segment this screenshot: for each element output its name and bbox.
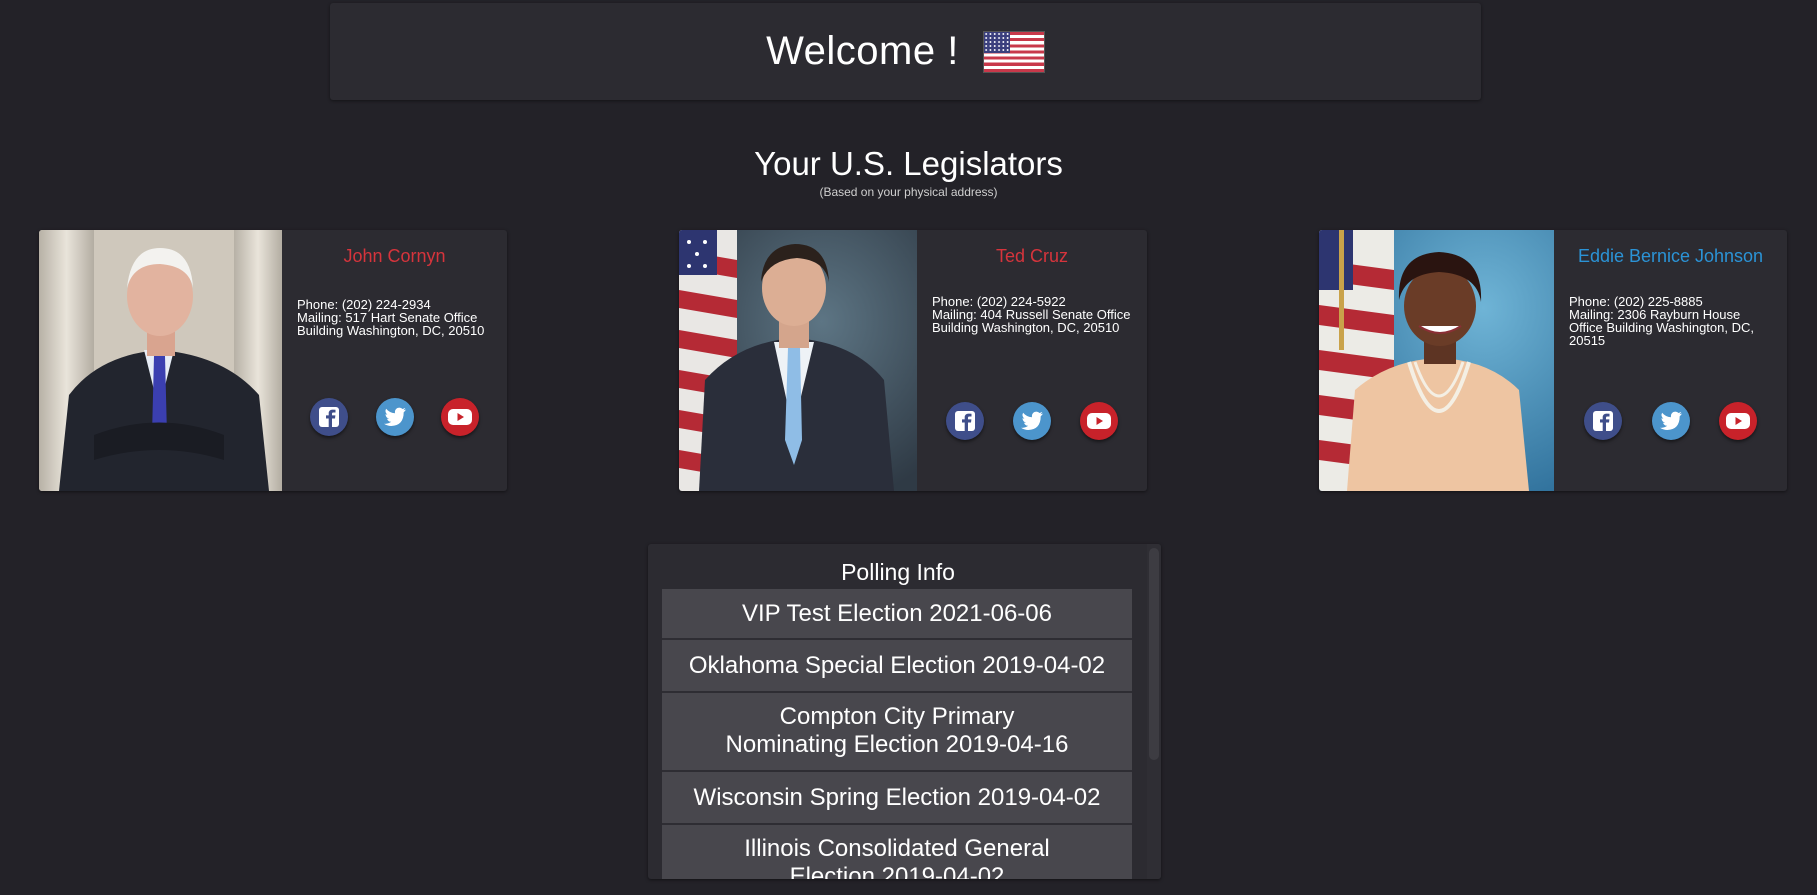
election-item[interactable]: Oklahoma Special Election 2019-04-02 <box>662 640 1132 693</box>
welcome-title: Welcome ! <box>766 29 959 73</box>
social-links <box>1554 402 1787 440</box>
election-item[interactable]: Illinois Consolidated General Election 2… <box>662 825 1132 879</box>
us-flag-icon <box>982 30 1045 73</box>
legislator-info: John Cornyn Phone: (202) 224-2934 Mailin… <box>282 230 507 491</box>
legislator-photo <box>679 230 917 491</box>
legislator-info: Ted Cruz Phone: (202) 224-5922 Mailing: … <box>917 230 1147 491</box>
youtube-icon[interactable] <box>1080 402 1118 440</box>
election-item[interactable]: Compton City Primary Nominating Election… <box>662 693 1132 772</box>
legislator-contact: Phone: (202) 224-2934 Mailing: 517 Hart … <box>297 298 497 337</box>
polling-info-panel: Polling Info VIP Test Election 2021-06-0… <box>648 544 1161 879</box>
legislator-name[interactable]: Ted Cruz <box>917 246 1147 267</box>
legislator-photo <box>1319 230 1554 491</box>
youtube-icon[interactable] <box>441 398 480 436</box>
legislator-mailing: Mailing: 2306 Rayburn House Office Build… <box>1569 307 1754 348</box>
legislator-contact: Phone: (202) 224-5922 Mailing: 404 Russe… <box>932 295 1137 334</box>
scrollbar-thumb[interactable] <box>1149 548 1159 760</box>
legislator-contact: Phone: (202) 225-8885 Mailing: 2306 Rayb… <box>1569 295 1777 347</box>
social-links <box>282 398 507 436</box>
legislator-info: Eddie Bernice Johnson Phone: (202) 225-8… <box>1554 230 1787 491</box>
legislator-mailing: Mailing: 404 Russell Senate Office Build… <box>932 307 1131 335</box>
welcome-header: Welcome ! <box>330 3 1481 100</box>
youtube-icon[interactable] <box>1719 402 1758 440</box>
election-item[interactable]: Wisconsin Spring Election 2019-04-02 <box>662 772 1132 825</box>
legislator-name[interactable]: Eddie Bernice Johnson <box>1554 246 1787 267</box>
legislator-card: Ted Cruz Phone: (202) 224-5922 Mailing: … <box>679 230 1147 491</box>
twitter-icon[interactable] <box>1013 402 1051 440</box>
election-item[interactable]: VIP Test Election 2021-06-06 <box>662 589 1132 640</box>
facebook-icon[interactable] <box>1583 402 1622 440</box>
legislators-title: Your U.S. Legislators <box>754 145 1063 182</box>
legislator-name[interactable]: John Cornyn <box>282 246 507 267</box>
twitter-icon[interactable] <box>375 398 414 436</box>
facebook-icon[interactable] <box>946 402 984 440</box>
social-links <box>917 402 1147 440</box>
facebook-icon[interactable] <box>309 398 348 436</box>
polling-title: Polling Info <box>841 559 955 585</box>
legislator-photo <box>39 230 282 491</box>
polling-scrollbar[interactable] <box>1147 544 1161 879</box>
legislator-mailing: Mailing: 517 Hart Senate Office Building… <box>297 310 485 338</box>
legislators-subtitle: (Based on your physical address) <box>819 185 998 199</box>
legislator-card: Eddie Bernice Johnson Phone: (202) 225-8… <box>1319 230 1787 491</box>
twitter-icon[interactable] <box>1651 402 1690 440</box>
election-list: VIP Test Election 2021-06-06 Oklahoma Sp… <box>662 589 1132 879</box>
legislator-card: John Cornyn Phone: (202) 224-2934 Mailin… <box>39 230 507 491</box>
